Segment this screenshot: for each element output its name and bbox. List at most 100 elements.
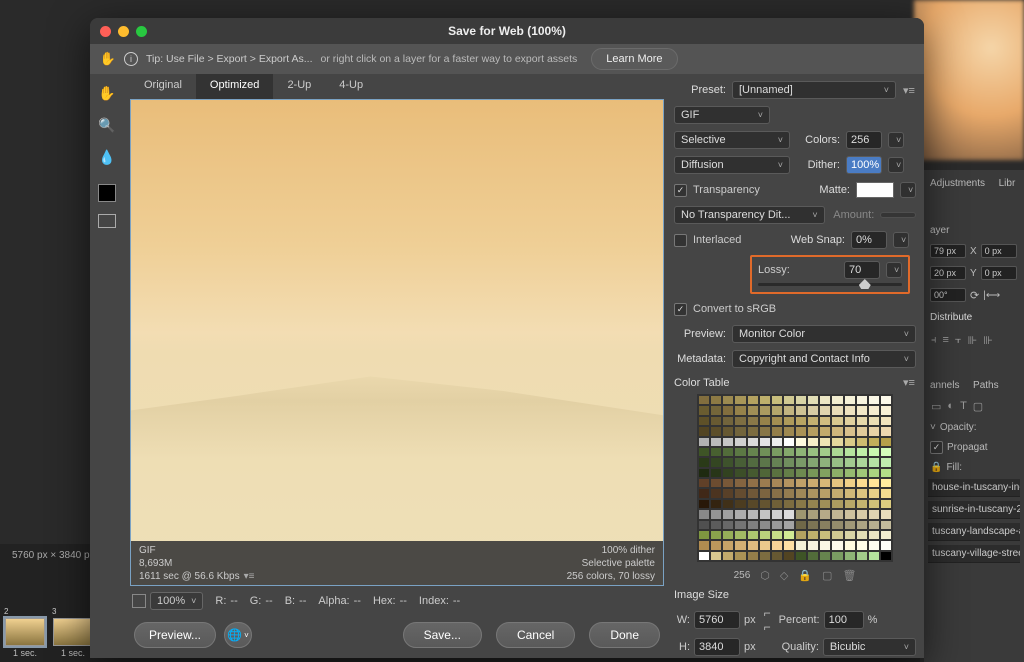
color-swatch[interactable] (868, 426, 880, 436)
color-swatch[interactable] (734, 540, 746, 550)
color-swatch[interactable] (795, 457, 807, 467)
color-swatch[interactable] (831, 457, 843, 467)
color-swatch[interactable] (734, 468, 746, 478)
color-swatch[interactable] (710, 540, 722, 550)
color-swatch[interactable] (734, 478, 746, 488)
zoom-tool[interactable]: 🔍 (95, 114, 119, 136)
colors-dd[interactable]: ˅ (888, 132, 904, 148)
color-swatch[interactable] (807, 426, 819, 436)
color-swatch[interactable] (831, 437, 843, 447)
color-swatch[interactable] (868, 457, 880, 467)
color-swatch[interactable] (856, 478, 868, 488)
color-swatch[interactable] (698, 468, 710, 478)
x-value[interactable]: 79 px (930, 244, 966, 258)
color-swatch[interactable] (880, 416, 892, 426)
color-swatch[interactable] (880, 478, 892, 488)
colors-input[interactable]: 256 (846, 131, 882, 149)
color-swatch[interactable] (795, 437, 807, 447)
color-swatch[interactable] (771, 488, 783, 498)
color-swatch[interactable] (759, 468, 771, 478)
dither-input[interactable]: 100% (846, 156, 882, 174)
color-swatch[interactable] (747, 457, 759, 467)
color-swatch[interactable] (844, 426, 856, 436)
color-swatch[interactable] (819, 551, 831, 561)
color-swatch[interactable] (698, 520, 710, 530)
color-swatch[interactable] (831, 416, 843, 426)
color-swatch[interactable] (844, 551, 856, 561)
color-swatch[interactable] (880, 551, 892, 561)
color-swatch[interactable] (710, 468, 722, 478)
websnap-input[interactable]: 0% (851, 231, 887, 249)
height-input[interactable]: 3840 (694, 638, 740, 656)
color-swatch[interactable] (795, 530, 807, 540)
color-swatch[interactable] (722, 426, 734, 436)
color-swatch[interactable] (844, 447, 856, 457)
link-icon[interactable]: ⌐⌐ (760, 606, 775, 634)
ct-icon[interactable]: ◇ (780, 569, 788, 582)
preset-select[interactable]: [Unnamed]˅ (732, 81, 896, 99)
color-swatch[interactable] (856, 520, 868, 530)
color-swatch[interactable] (819, 426, 831, 436)
color-swatch[interactable] (710, 499, 722, 509)
color-table[interactable] (697, 394, 893, 562)
width-input[interactable]: 5760 (694, 611, 740, 629)
libraries-tab[interactable]: Libr (999, 178, 1016, 189)
color-swatch[interactable] (759, 426, 771, 436)
color-swatch[interactable] (807, 509, 819, 519)
color-swatch[interactable] (844, 405, 856, 415)
color-swatch[interactable] (734, 405, 746, 415)
color-swatch[interactable] (844, 499, 856, 509)
color-swatch[interactable] (807, 468, 819, 478)
color-swatch[interactable] (795, 551, 807, 561)
color-swatch[interactable] (868, 416, 880, 426)
color-swatch[interactable] (868, 468, 880, 478)
format-select[interactable]: GIF˅ (674, 106, 770, 124)
color-swatch[interactable] (795, 395, 807, 405)
metadata-select[interactable]: Copyright and Contact Info˅ (732, 350, 916, 368)
color-swatch[interactable] (698, 530, 710, 540)
color-swatch[interactable] (856, 437, 868, 447)
color-swatch[interactable] (868, 520, 880, 530)
color-swatch[interactable] (771, 405, 783, 415)
color-swatch[interactable] (844, 457, 856, 467)
color-swatch[interactable] (856, 405, 868, 415)
color-swatch[interactable] (844, 488, 856, 498)
ct-trash-icon[interactable]: 🗑 (842, 569, 856, 582)
color-swatch[interactable] (807, 540, 819, 550)
foreground-swatch[interactable] (98, 184, 116, 202)
color-swatch[interactable] (722, 447, 734, 457)
color-swatch[interactable] (856, 468, 868, 478)
color-swatch[interactable] (771, 468, 783, 478)
color-swatch[interactable] (880, 509, 892, 519)
color-swatch[interactable] (734, 437, 746, 447)
color-swatch[interactable] (856, 530, 868, 540)
color-swatch[interactable] (868, 540, 880, 550)
x-off[interactable]: 0 px (981, 244, 1017, 258)
color-swatch[interactable] (722, 416, 734, 426)
color-swatch[interactable] (795, 416, 807, 426)
color-swatch[interactable] (722, 488, 734, 498)
color-swatch[interactable] (844, 530, 856, 540)
color-swatch[interactable] (819, 499, 831, 509)
preview-button[interactable]: Preview... (134, 622, 216, 648)
layer-item[interactable]: tuscany-village-street- (928, 545, 1020, 563)
color-swatch[interactable] (698, 437, 710, 447)
popup-icon[interactable]: ▾≡ (244, 571, 255, 582)
color-swatch[interactable] (844, 509, 856, 519)
color-swatch[interactable] (698, 447, 710, 457)
color-swatch[interactable] (771, 457, 783, 467)
color-swatch[interactable] (880, 447, 892, 457)
color-swatch[interactable] (710, 405, 722, 415)
propagate-check[interactable]: ✓ (930, 441, 943, 454)
lossy-slider[interactable] (758, 283, 902, 286)
tab-original[interactable]: Original (130, 74, 196, 99)
color-swatch[interactable] (844, 416, 856, 426)
color-swatch[interactable] (795, 488, 807, 498)
transparency-check[interactable]: ✓ (674, 184, 687, 197)
color-swatch[interactable] (868, 488, 880, 498)
frame-thumb[interactable]: 2 1 sec. (4, 607, 46, 658)
color-swatch[interactable] (722, 551, 734, 561)
color-swatch[interactable] (880, 426, 892, 436)
color-swatch[interactable] (771, 520, 783, 530)
color-swatch[interactable] (722, 405, 734, 415)
